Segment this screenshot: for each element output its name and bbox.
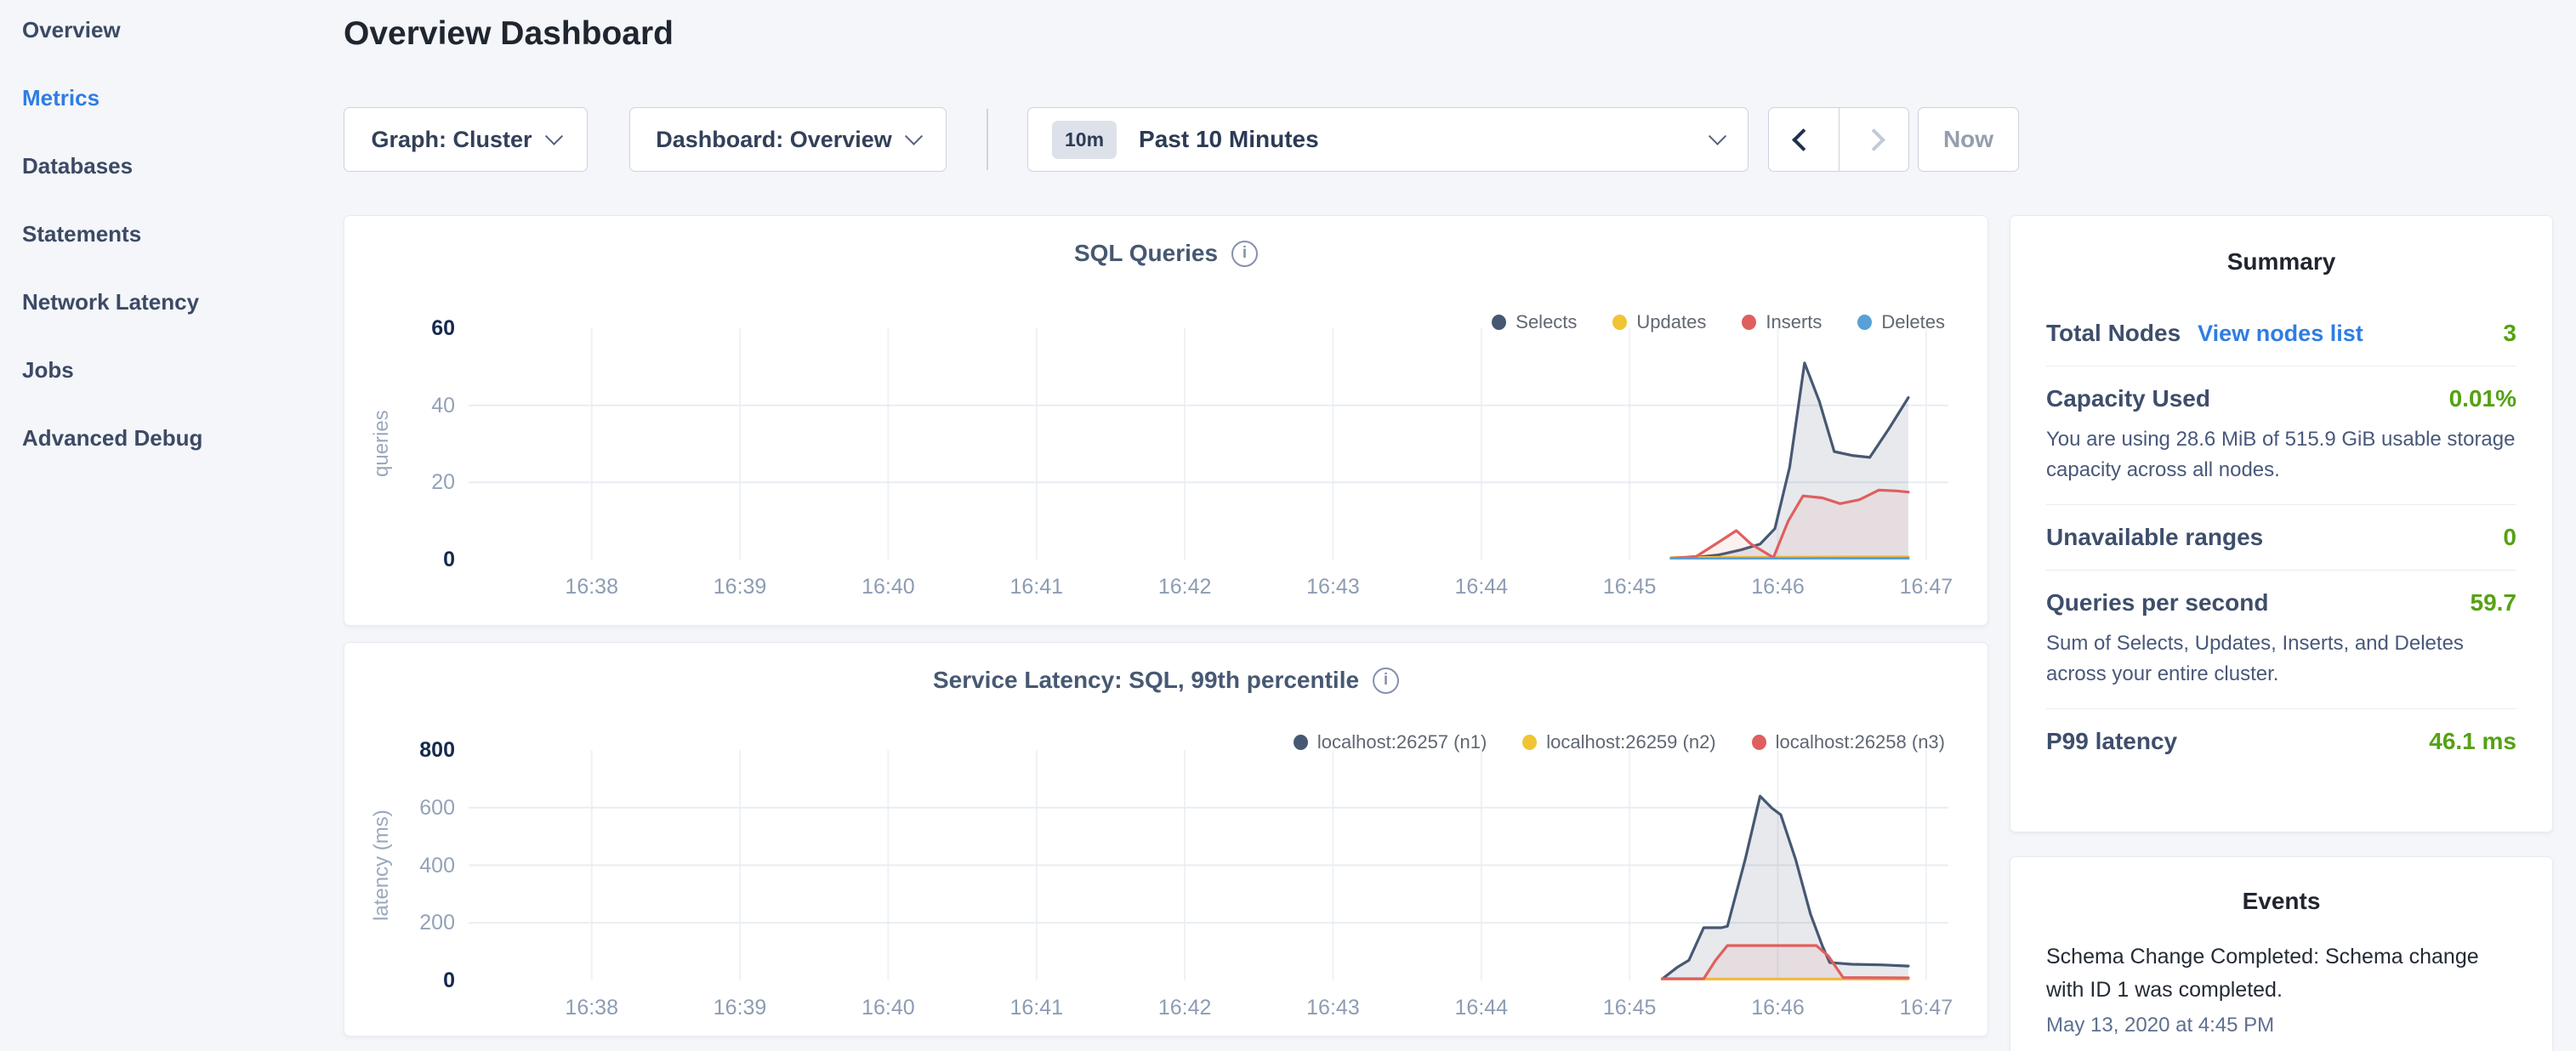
summary-row-description: Sum of Selects, Updates, Inserts, and De… — [2046, 628, 2516, 690]
x-tick: 16:41 — [986, 996, 1088, 1020]
sidebar-item-statements[interactable]: Statements — [22, 221, 344, 247]
chevron-down-icon — [544, 127, 562, 145]
x-tick: 16:43 — [1282, 996, 1384, 1020]
y-tick: 200 — [375, 910, 455, 935]
time-pager — [1768, 107, 1909, 172]
chevron-down-icon — [905, 127, 923, 145]
y-tick: 800 — [375, 737, 455, 763]
summary-row: Unavailable ranges 0 — [2046, 505, 2516, 571]
legend-dot-icon — [1522, 735, 1537, 750]
sidebar-item-advanced-debug[interactable]: Advanced Debug — [22, 425, 344, 451]
x-tick: 16:45 — [1578, 575, 1680, 599]
summary-row-value: 0.01% — [2449, 385, 2516, 412]
events-panel: Events Schema Change Completed: Schema c… — [2010, 856, 2553, 1051]
legend-dot-icon — [1752, 735, 1766, 750]
x-tick: 16:39 — [689, 575, 791, 599]
events-list: Schema Change Completed: Schema change w… — [2046, 940, 2516, 1037]
y-tick: 0 — [375, 968, 455, 993]
chart-title-text: SQL Queries — [1074, 240, 1218, 267]
summary-row-label: Capacity Used — [2046, 385, 2210, 412]
sidebar-item-network-latency[interactable]: Network Latency — [22, 289, 344, 315]
now-button[interactable]: Now — [1918, 107, 2019, 172]
graph-dropdown[interactable]: Graph: Cluster — [344, 107, 588, 172]
summary-row-description: You are using 28.6 MiB of 515.9 GiB usab… — [2046, 424, 2516, 486]
legend-dot-icon — [1294, 735, 1308, 750]
x-tick: 16:43 — [1282, 575, 1384, 599]
dashboard-dropdown[interactable]: Dashboard: Overview — [629, 107, 947, 172]
summary-row: Capacity Used 0.01% You are using 28.6 MiB… — [2046, 366, 2516, 505]
graph-dropdown-label: Graph: Cluster — [371, 127, 532, 153]
x-tick: 16:44 — [1430, 996, 1533, 1020]
summary-panel: Summary Total Nodes View nodes list 3 Capac… — [2010, 215, 2553, 832]
summary-row-value: 0 — [2503, 524, 2516, 551]
sidebar-item-metrics[interactable]: Metrics — [22, 85, 344, 111]
chevron-right-icon — [1862, 128, 1885, 151]
y-tick: 40 — [375, 393, 455, 418]
y-tick: 20 — [375, 469, 455, 495]
y-tick: 60 — [375, 315, 455, 341]
chart-title: SQL Queries i — [344, 240, 1987, 267]
page: Overview Metrics Databases Statements Networ… — [0, 0, 2576, 1051]
y-axis-label: queries — [370, 328, 394, 560]
summary-row-value: 3 — [2503, 320, 2516, 347]
x-tick: 16:47 — [1875, 575, 1977, 599]
summary-row-label: Total Nodes — [2046, 320, 2181, 347]
view-nodes-list-link[interactable]: View nodes list — [2198, 321, 2363, 347]
x-tick: 16:42 — [1134, 575, 1236, 599]
y-tick: 600 — [375, 795, 455, 821]
summary-row-value: 59.7 — [2471, 589, 2517, 616]
events-title: Events — [2046, 888, 2516, 915]
summary-row-label: Queries per second — [2046, 589, 2268, 616]
controls-divider — [987, 109, 988, 170]
summary-title: Summary — [2046, 248, 2516, 276]
summary-row: Total Nodes View nodes list 3 — [2046, 301, 2516, 366]
chevron-down-icon — [1709, 127, 1726, 145]
info-icon[interactable]: i — [1231, 241, 1258, 267]
summary-row: Queries per second 59.7 Sum of Selects, Up… — [2046, 571, 2516, 709]
time-range-label: Past 10 Minutes — [1139, 126, 1689, 153]
x-tick: 16:45 — [1578, 996, 1680, 1020]
time-range-dropdown[interactable]: 10m Past 10 Minutes — [1027, 107, 1749, 172]
service-latency-chart-card: Service Latency: SQL, 99th percentile i … — [344, 642, 1988, 1037]
dashboard-dropdown-label: Dashboard: Overview — [656, 127, 892, 153]
time-next-button[interactable] — [1839, 108, 1909, 171]
chart-plot — [469, 328, 1948, 560]
x-tick: 16:46 — [1726, 575, 1828, 599]
x-tick: 16:42 — [1134, 996, 1236, 1020]
sidebar-item-databases[interactable]: Databases — [22, 153, 344, 179]
x-tick: 16:47 — [1875, 996, 1977, 1020]
x-tick: 16:44 — [1430, 575, 1533, 599]
summary-row-label: P99 latency — [2046, 728, 2177, 755]
x-tick: 16:40 — [837, 575, 939, 599]
sidebar-item-overview[interactable]: Overview — [22, 17, 344, 43]
event-timestamp: May 13, 2020 at 4:45 PM — [2046, 1014, 2516, 1037]
y-tick: 400 — [375, 853, 455, 878]
event-text: Schema Change Completed: Schema change w… — [2046, 940, 2516, 1007]
chart-title-text: Service Latency: SQL, 99th percentile — [933, 667, 1359, 694]
summary-row-label: Unavailable ranges — [2046, 524, 2263, 551]
chart-title: Service Latency: SQL, 99th percentile i — [344, 667, 1987, 694]
x-tick: 16:38 — [541, 575, 643, 599]
summary-rows: Total Nodes View nodes list 3 Capacity Used… — [2046, 301, 2516, 774]
x-tick: 16:38 — [541, 996, 643, 1020]
time-range-badge: 10m — [1052, 121, 1117, 159]
info-icon[interactable]: i — [1373, 668, 1399, 694]
x-tick: 16:40 — [837, 996, 939, 1020]
time-prev-button[interactable] — [1769, 108, 1839, 171]
summary-row-value: 46.1 ms — [2429, 728, 2516, 755]
y-tick: 0 — [375, 547, 455, 572]
summary-row: P99 latency 46.1 ms — [2046, 709, 2516, 774]
x-tick: 16:46 — [1726, 996, 1828, 1020]
chevron-left-icon — [1792, 128, 1815, 151]
sql-queries-chart-card: SQL Queries i SelectsUpdatesInsertsDelet… — [344, 215, 1988, 626]
page-title: Overview Dashboard — [344, 15, 674, 53]
sidebar-item-jobs[interactable]: Jobs — [22, 357, 344, 383]
sidebar: Overview Metrics Databases Statements Networ… — [0, 0, 344, 1051]
x-tick: 16:41 — [986, 575, 1088, 599]
sidebar-nav: Overview Metrics Databases Statements Networ… — [0, 0, 344, 451]
x-tick: 16:39 — [689, 996, 791, 1020]
chart-plot — [469, 750, 1948, 980]
